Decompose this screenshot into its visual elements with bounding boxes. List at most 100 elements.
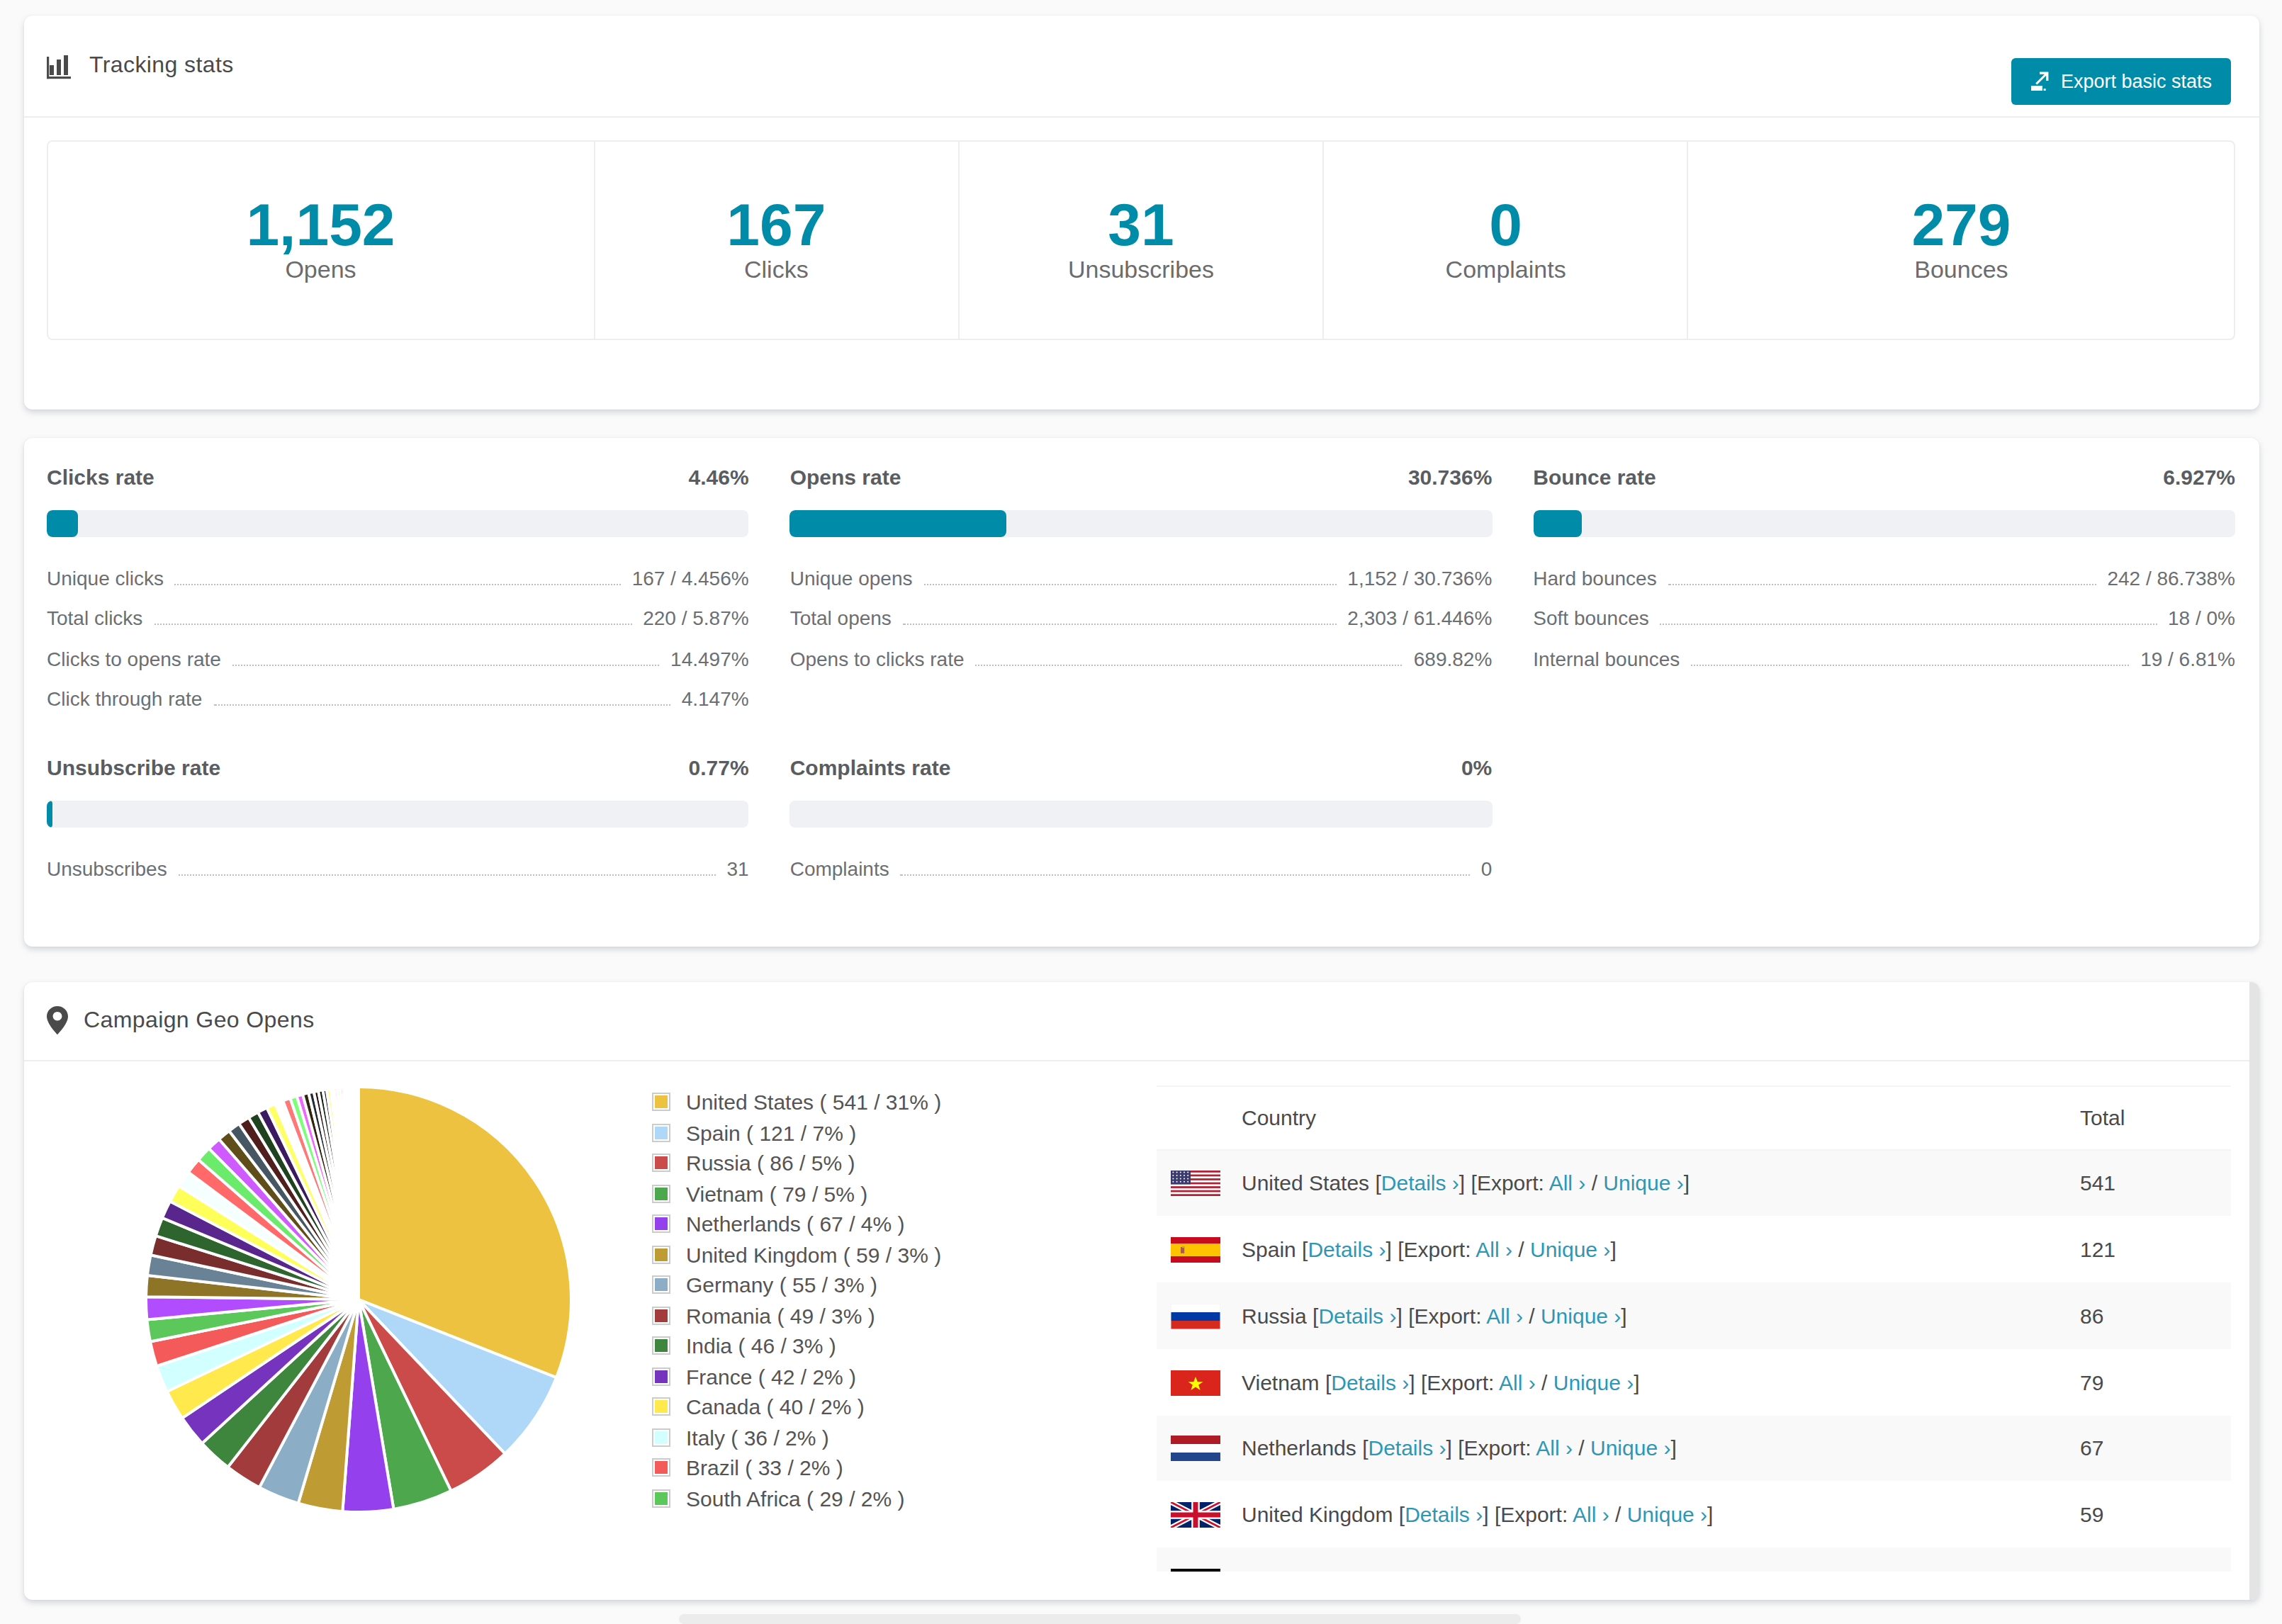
- export-all-link[interactable]: All ›: [1573, 1502, 1609, 1526]
- dotted-leader: [213, 692, 670, 706]
- dotted-leader: [976, 651, 1403, 665]
- export-button-label: Export basic stats: [2061, 70, 2212, 91]
- legend-item: Germany ( 55 / 3% ): [652, 1270, 941, 1300]
- country-name: Vietnam: [1242, 1370, 1320, 1394]
- export-unique-link[interactable]: Unique ›: [1530, 1237, 1610, 1261]
- tracking-stats-header: Tracking stats Export basic stats: [23, 16, 2259, 117]
- rate-value: 6.927%: [2163, 464, 2235, 488]
- details-link[interactable]: Details ›: [1381, 1171, 1459, 1195]
- legend-label: South Africa ( 29 / 2% ): [686, 1486, 905, 1510]
- rate-row: Unique clicks167 / 4.456%: [47, 558, 749, 598]
- details-link[interactable]: Details ›: [1368, 1436, 1446, 1460]
- rates-card: Clicks rate4.46%Unique clicks167 / 4.456…: [23, 438, 2259, 947]
- legend-item: Vietnam ( 79 / 5% ): [652, 1178, 941, 1209]
- export-unique-link[interactable]: Unique ›: [1553, 1370, 1634, 1394]
- export-all-link[interactable]: All ›: [1509, 1569, 1546, 1572]
- flag-es-icon: [1170, 1237, 1220, 1263]
- geo-table-row: Germany [Details ›] [Export: All › / Uni…: [1157, 1547, 2231, 1572]
- export-all-link[interactable]: All ›: [1536, 1436, 1573, 1460]
- legend-swatch: [652, 1214, 670, 1233]
- rate-title: Complaints rate: [790, 755, 951, 779]
- legend-item: Brazil ( 33 / 2% ): [652, 1453, 941, 1483]
- geo-body: United States ( 541 / 31% ) Spain ( 121 /…: [23, 1061, 2259, 1598]
- stat-bounces: 279Bounces: [1689, 141, 2234, 339]
- dotted-leader: [1691, 651, 2129, 665]
- dotted-leader: [175, 570, 621, 585]
- legend-swatch: [652, 1275, 670, 1294]
- details-link[interactable]: Details ›: [1331, 1370, 1409, 1394]
- geo-table: Country Total United States [Details ›] …: [1157, 1086, 2231, 1572]
- details-link[interactable]: Details ›: [1341, 1569, 1419, 1572]
- geo-table-row: Vietnam [Details ›] [Export: All › / Uni…: [1157, 1349, 2231, 1416]
- rate-row: Clicks to opens rate14.497%: [47, 638, 749, 679]
- export-unique-link[interactable]: Unique ›: [1541, 1304, 1621, 1328]
- export-basic-stats-button[interactable]: Export basic stats: [2011, 57, 2230, 104]
- country-total: 121: [2073, 1217, 2231, 1283]
- export-unique-link[interactable]: Unique ›: [1590, 1436, 1670, 1460]
- legend-label: Brazil ( 33 / 2% ): [686, 1455, 843, 1479]
- export-unique-link[interactable]: Unique ›: [1563, 1569, 1643, 1572]
- export-label: Export:: [1477, 1171, 1544, 1195]
- rate-row: Unsubscribes31: [47, 848, 749, 889]
- details-link[interactable]: Details ›: [1318, 1304, 1396, 1328]
- export-label: Export:: [1404, 1237, 1471, 1261]
- export-unique-link[interactable]: Unique ›: [1603, 1171, 1683, 1195]
- legend-item: Italy ( 36 / 2% ): [652, 1422, 941, 1453]
- export-all-link[interactable]: All ›: [1499, 1370, 1536, 1394]
- geo-table-country-header: Country: [1235, 1086, 2073, 1149]
- stat-value: 167: [595, 195, 958, 254]
- country-total: 59: [2073, 1482, 2231, 1548]
- stat-label: Bounces: [1689, 256, 2234, 284]
- geo-table-flag-header: [1157, 1086, 1235, 1149]
- horizontal-scrollbar-thumb[interactable]: [679, 1614, 1521, 1624]
- export-label: Export:: [1500, 1502, 1568, 1526]
- flag-nl-icon: [1170, 1436, 1220, 1462]
- legend-swatch: [652, 1458, 670, 1477]
- rates-grid: Clicks rate4.46%Unique clicks167 / 4.456…: [23, 438, 2259, 913]
- details-link[interactable]: Details ›: [1405, 1502, 1483, 1526]
- rate-title: Unsubscribe rate: [47, 755, 220, 779]
- campaign-geo-opens-card: Campaign Geo Opens United States ( 541 /…: [23, 982, 2259, 1599]
- legend-label: India ( 46 / 3% ): [686, 1333, 836, 1358]
- rate-progress-track: [790, 800, 1493, 827]
- section-opens-rate: Opens rate30.736%Unique opens1,152 / 30.…: [790, 462, 1493, 719]
- legend-label: Italy ( 36 / 2% ): [686, 1425, 829, 1449]
- section-clicks-rate: Clicks rate4.46%Unique clicks167 / 4.456…: [47, 462, 749, 719]
- section-complaints-rate: Complaints rate0%Complaints0: [790, 752, 1493, 889]
- rate-row: Hard bounces242 / 86.738%: [1533, 558, 2235, 598]
- export-all-link[interactable]: All ›: [1486, 1304, 1523, 1328]
- rate-row: Internal bounces19 / 6.81%: [1533, 638, 2235, 679]
- map-pin-icon: [47, 1007, 68, 1035]
- dotted-leader: [1668, 570, 2096, 585]
- rate-row: Opens to clicks rate689.82%: [790, 638, 1493, 679]
- country-name: Netherlands: [1242, 1436, 1356, 1460]
- export-unique-link[interactable]: Unique ›: [1627, 1502, 1707, 1526]
- rate-progress-track: [790, 509, 1493, 536]
- stats-summary-row: 1,152Opens167Clicks31Unsubscribes0Compla…: [47, 140, 2235, 340]
- tracking-stats-card: Tracking stats Export basic stats 1,152O…: [23, 16, 2259, 410]
- dotted-leader: [923, 570, 1336, 585]
- vertical-scrollbar[interactable]: [2249, 982, 2259, 1599]
- page: Tracking stats Export basic stats 1,152O…: [0, 0, 2282, 1624]
- bar-chart-icon: [47, 52, 74, 79]
- export-all-link[interactable]: All ›: [1476, 1237, 1512, 1261]
- export-all-link[interactable]: All ›: [1549, 1171, 1586, 1195]
- legend-item: United Kingdom ( 59 / 3% ): [652, 1239, 941, 1270]
- legend-label: United States ( 541 / 31% ): [686, 1090, 941, 1114]
- legend-label: Netherlands ( 67 / 4% ): [686, 1212, 905, 1236]
- stat-label: Opens: [48, 256, 593, 284]
- stat-clicks: 167Clicks: [595, 141, 960, 339]
- details-link[interactable]: Details ›: [1308, 1237, 1386, 1261]
- stat-value: 0: [1324, 195, 1687, 254]
- dotted-leader: [154, 611, 631, 625]
- country-name: United Kingdom: [1242, 1502, 1393, 1526]
- legend-item: Netherlands ( 67 / 4% ): [652, 1209, 941, 1239]
- legend-swatch: [652, 1489, 670, 1507]
- legend-item: Spain ( 121 / 7% ): [652, 1117, 941, 1148]
- dotted-leader: [232, 651, 659, 665]
- rate-title: Opens rate: [790, 464, 901, 488]
- geo-table-row: Netherlands [Details ›] [Export: All › /…: [1157, 1415, 2231, 1482]
- rate-row: Click through rate4.147%: [47, 679, 749, 719]
- legend-swatch: [652, 1123, 670, 1141]
- stat-value: 31: [960, 195, 1323, 254]
